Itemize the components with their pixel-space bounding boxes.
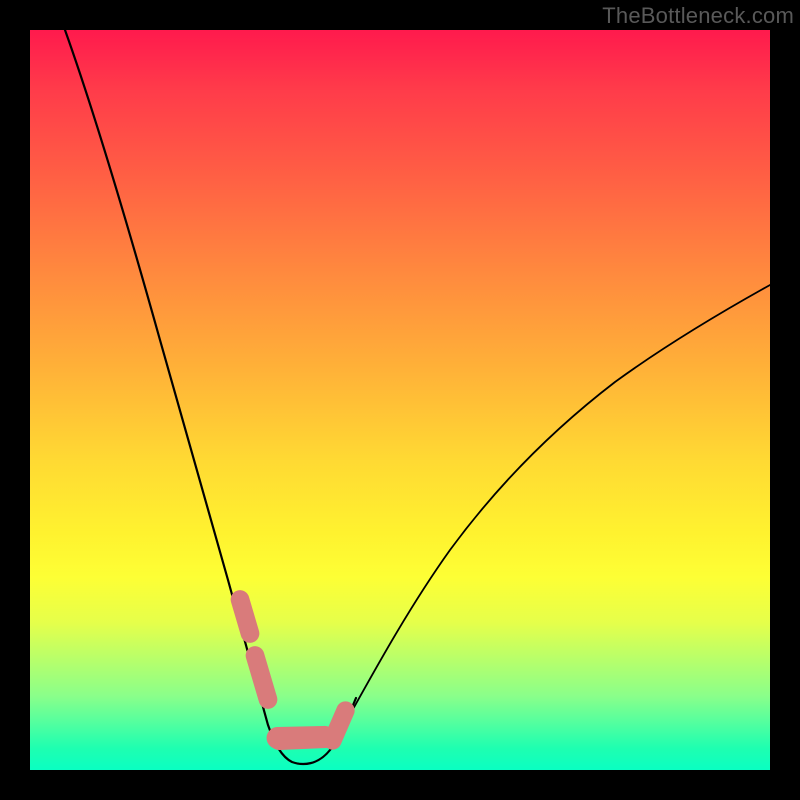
curve-layer — [30, 30, 770, 770]
marker-right — [323, 701, 354, 749]
plot-area — [30, 30, 770, 770]
watermark-label: TheBottleneck.com — [602, 3, 794, 29]
marker-left-lower — [246, 646, 278, 709]
outer-frame: TheBottleneck.com — [0, 0, 800, 800]
bottleneck-curve-right — [330, 285, 770, 750]
bottleneck-curve-left — [65, 30, 356, 764]
marker-left-upper — [231, 590, 260, 643]
